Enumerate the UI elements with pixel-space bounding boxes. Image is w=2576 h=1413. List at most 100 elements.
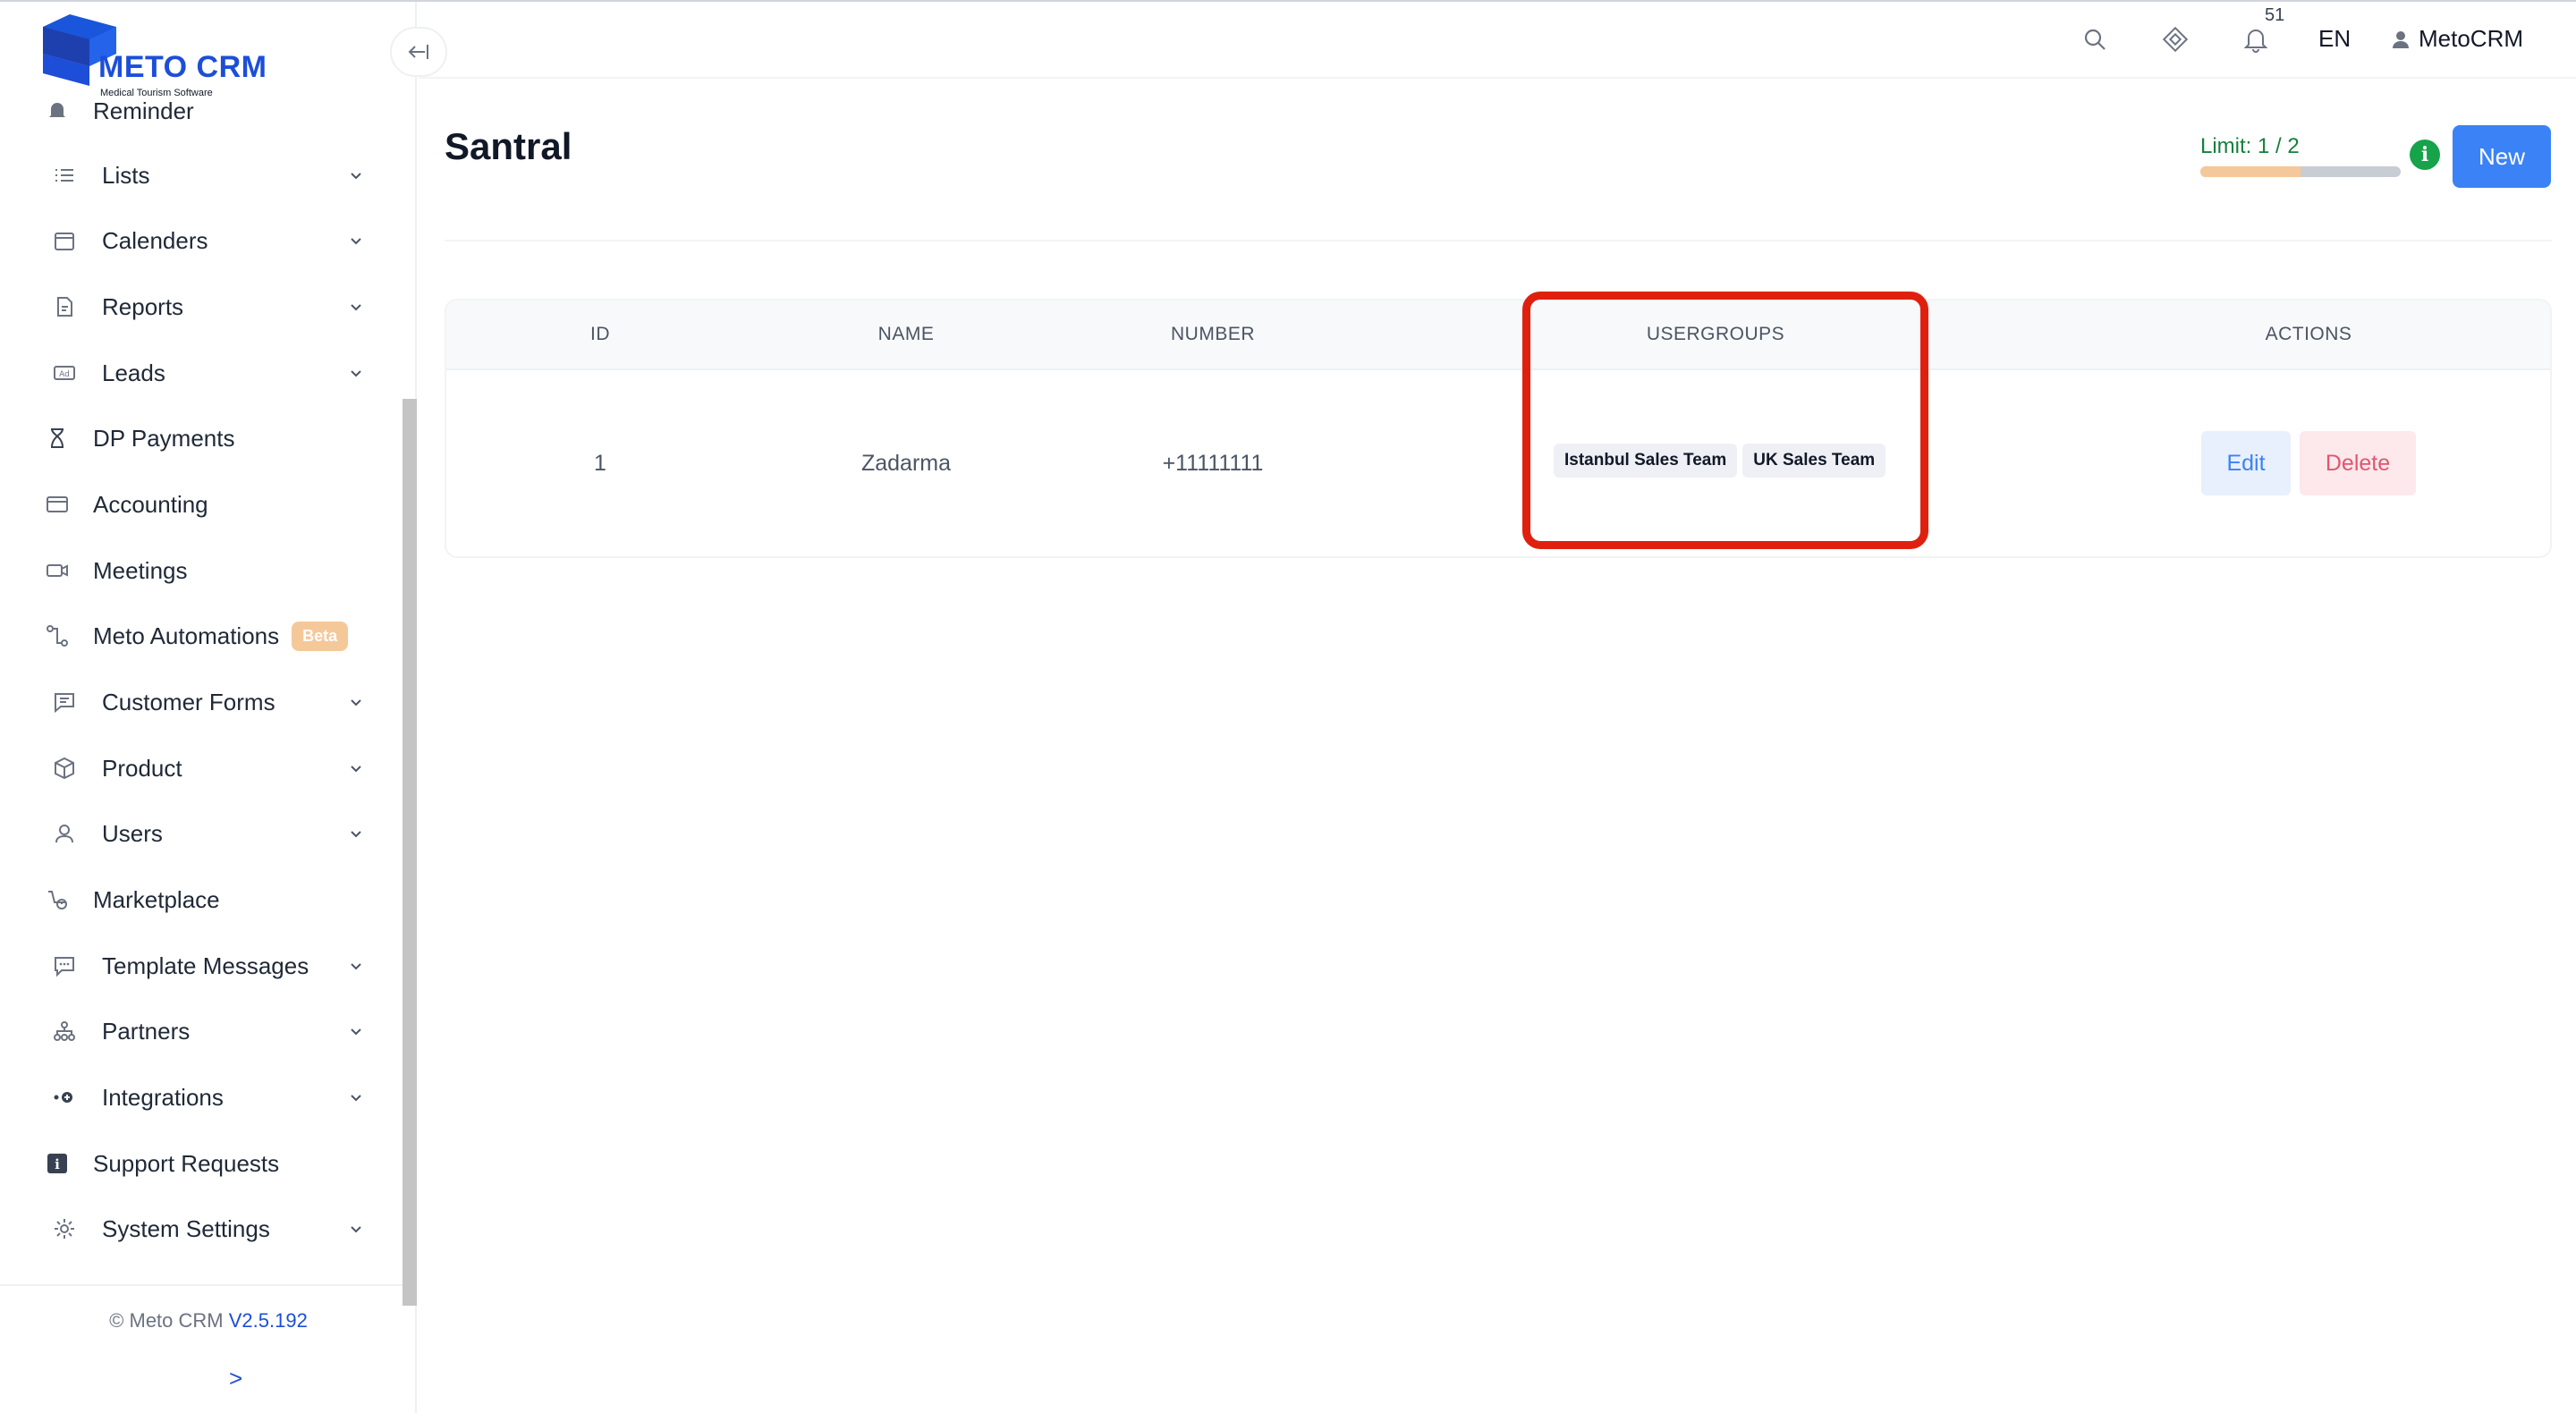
chevron-down-icon[interactable] [343, 953, 369, 978]
column-header-usergroups[interactable]: USERGROUPS [1647, 324, 1784, 345]
sidebar-item-integrations[interactable]: Integrations [43, 1070, 361, 1124]
notification-count: 51 [2265, 5, 2285, 25]
language-selector[interactable]: EN [2318, 25, 2351, 53]
info-square-icon: i [43, 1149, 72, 1178]
logo[interactable]: METO CRM Medical Tourism Software [43, 14, 293, 98]
sidebar-item-reports[interactable]: Reports [43, 280, 361, 334]
sidebar-item-calenders[interactable]: Calenders [43, 214, 361, 267]
sidebar-item-accounting[interactable]: Accounting [43, 478, 356, 531]
user-icon [50, 819, 79, 848]
chevron-down-icon[interactable] [343, 1085, 369, 1110]
sidebar-item-label: Users [102, 819, 163, 847]
chevron-down-icon[interactable] [343, 228, 369, 253]
sidebar-item-system-settings[interactable]: System Settings [43, 1202, 361, 1256]
sidebar-item-dp-payments[interactable]: DP Payments [43, 411, 356, 465]
sidebar-item-label: DP Payments [93, 424, 235, 452]
column-header-number[interactable]: NUMBER [1171, 324, 1255, 345]
sidebar-scrollbar[interactable] [402, 399, 417, 1306]
svg-text:Ad: Ad [59, 370, 70, 379]
search-icon[interactable] [2080, 25, 2109, 54]
sidebar-item-product[interactable]: Product [43, 741, 361, 795]
video-icon [43, 556, 72, 585]
sidebar-item-label: Marketplace [93, 885, 220, 913]
sidebar-item-label: Template Messages [102, 952, 309, 979]
list-icon [50, 161, 79, 190]
sidebar-item-meetings[interactable]: Meetings [43, 544, 356, 597]
sidebar-item-label: Meetings [93, 556, 188, 584]
report-icon [50, 292, 79, 321]
limit-progress-bar [2200, 166, 2401, 177]
delete-button[interactable]: Delete [2300, 431, 2416, 495]
svg-text:i: i [55, 1156, 60, 1172]
chevron-down-icon[interactable] [343, 1216, 369, 1241]
sidebar: METO CRM Medical Tourism Software Remind… [0, 2, 417, 1413]
chevron-down-icon[interactable] [343, 294, 369, 319]
expand-sidebar-button[interactable]: > [229, 1365, 242, 1392]
user-icon [2393, 30, 2409, 48]
sidebar-item-leads[interactable]: Ad Leads [43, 346, 361, 400]
sidebar-item-users[interactable]: Users [43, 807, 361, 860]
sidebar-footer-divider [0, 1284, 402, 1286]
ad-icon: Ad [50, 359, 79, 387]
column-header-name[interactable]: NAME [878, 324, 935, 345]
form-icon [50, 688, 79, 716]
sidebar-item-label: Accounting [93, 490, 208, 518]
sidebar-item-partners[interactable]: Partners [43, 1004, 361, 1058]
collapse-sidebar-button[interactable] [390, 27, 447, 77]
chevron-down-icon[interactable] [343, 360, 369, 385]
usergroup-chip: Istanbul Sales Team [1554, 444, 1738, 478]
edit-button[interactable]: Edit [2201, 431, 2291, 495]
sidebar-item-meto-automations[interactable]: Meto Automations Beta [43, 609, 356, 663]
limit-progress-fill [2200, 166, 2301, 177]
partners-icon [50, 1017, 79, 1045]
page-title: Santral [445, 125, 572, 167]
chevron-down-icon[interactable] [343, 1019, 369, 1044]
marketplace-icon [43, 885, 72, 914]
credit-card-icon [43, 490, 72, 519]
cell-number: +11111111 [1162, 451, 1264, 476]
sidebar-item-label: Reminder [93, 97, 194, 124]
user-menu[interactable]: MetoCRM [2390, 25, 2523, 53]
sidebar-item-label: Integrations [102, 1083, 224, 1111]
sidebar-item-label: Partners [102, 1017, 191, 1045]
collapse-arrow-icon [408, 45, 428, 59]
sidebar-item-reminder[interactable]: Reminder [43, 84, 356, 138]
sidebar-item-label: System Settings [102, 1214, 270, 1242]
usergroup-chip: UK Sales Team [1742, 444, 1886, 478]
bell-icon [43, 97, 72, 125]
integration-icon [50, 1083, 79, 1112]
gear-icon [50, 1214, 79, 1243]
hourglass-icon [43, 424, 72, 453]
column-header-actions: ACTIONS [2265, 324, 2352, 344]
limit-indicator: Limit: 1 / 2 [2200, 134, 2402, 177]
sidebar-item-label: Leads [102, 359, 165, 386]
sidebar-item-marketplace[interactable]: Marketplace [43, 873, 356, 926]
sidebar-item-label: Product [102, 754, 182, 782]
sidebar-item-label: Support Requests [93, 1149, 280, 1177]
sidebar-item-template-messages[interactable]: Template Messages [43, 939, 361, 993]
automation-icon [43, 622, 72, 650]
limit-label: Limit: 1 / 2 [2200, 134, 2300, 158]
new-button[interactable]: New [2453, 125, 2551, 188]
sidebar-item-label: Customer Forms [102, 688, 275, 715]
chevron-down-icon[interactable] [343, 163, 369, 188]
chevron-down-icon[interactable] [343, 821, 369, 846]
calendar-icon [50, 226, 79, 255]
message-icon [50, 952, 79, 980]
sidebar-item-support-requests[interactable]: i Support Requests [43, 1137, 356, 1190]
sidebar-item-lists[interactable]: Lists [43, 148, 361, 202]
content-divider [445, 240, 2552, 241]
sidebar-item-label: Meto Automations [93, 622, 280, 649]
version-text: V2.5.192 [228, 1309, 308, 1332]
santral-table: ID NAME NUMBER USERGROUPS ACTIONS 1 Zada… [445, 299, 2552, 558]
chevron-down-icon[interactable] [343, 690, 369, 715]
bell-icon[interactable] [2241, 25, 2270, 54]
info-icon[interactable]: i [2410, 140, 2440, 170]
column-header-id[interactable]: ID [590, 324, 610, 345]
sidebar-item-customer-forms[interactable]: Customer Forms [43, 675, 361, 729]
sidebar-item-label: Calenders [102, 226, 208, 254]
cell-id: 1 [594, 451, 606, 476]
chevron-down-icon[interactable] [343, 756, 369, 781]
table-header: ID NAME NUMBER USERGROUPS ACTIONS [446, 300, 2550, 370]
diamond-icon[interactable] [2161, 25, 2190, 54]
